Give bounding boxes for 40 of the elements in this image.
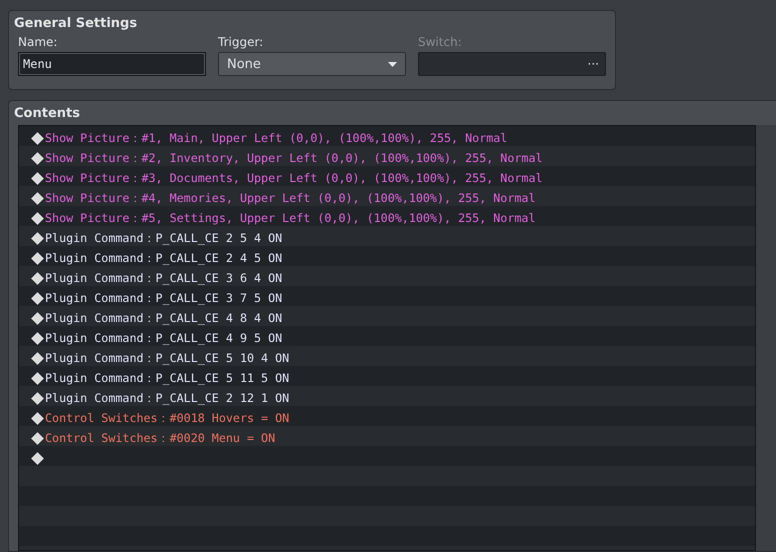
command-text: Control Switches：#0018 Hovers = ON [45, 410, 290, 426]
command-row[interactable]: Show Picture：#1, Main, Upper Left (0,0), (100%,100%), 255, Normal [19, 128, 755, 148]
command-text: Plugin Command：P_CALL_CE 2 12 1 ON [45, 390, 290, 406]
command-row[interactable]: Show Picture：#3, Documents, Upper Left (0,0), (100%,100%), 255, Normal [19, 168, 755, 188]
command-row[interactable]: Plugin Command：P_CALL_CE 3 7 5 ON [19, 288, 755, 308]
trigger-dropdown[interactable]: None [218, 52, 406, 76]
command-row[interactable]: Plugin Command：P_CALL_CE 2 4 5 ON [19, 248, 755, 268]
command-row[interactable]: Plugin Command：P_CALL_CE 5 11 5 ON [19, 368, 755, 388]
command-text: Plugin Command：P_CALL_CE 3 6 4 ON [45, 270, 282, 286]
caret-icon [388, 62, 397, 66]
name-field[interactable]: Menu [18, 52, 206, 76]
field-label: Trigger: [218, 35, 264, 50]
command-text: Plugin Command：P_CALL_CE 4 8 4 ON [45, 310, 282, 326]
command-text: Plugin Command：P_CALL_CE 2 5 4 ON [45, 230, 282, 246]
command-text: Plugin Command：P_CALL_CE 2 4 5 ON [45, 250, 282, 266]
command-row[interactable]: Plugin Command：P_CALL_CE 3 6 4 ON [19, 268, 755, 288]
command-text: Plugin Command：P_CALL_CE 3 7 5 ON [45, 290, 282, 306]
command-row[interactable]: Show Picture：#2, Inventory, Upper Left (0,0), (100%,100%), 255, Normal [19, 148, 755, 168]
command-text: Plugin Command：P_CALL_CE 5 10 4 ON [45, 350, 290, 366]
command-text: Show Picture：#5, Settings, Upper Left (0,0), (100%,100%), 255, Normal [45, 210, 536, 226]
panel-title: Contents [14, 105, 81, 122]
command-text: Control Switches：#0020 Menu = ON [45, 430, 276, 446]
command-row[interactable]: Control Switches：#0018 Hovers = ON [19, 408, 755, 428]
command-row[interactable]: Plugin Command：P_CALL_CE 2 12 1 ON [19, 388, 755, 408]
command-row[interactable]: Plugin Command：P_CALL_CE 4 9 5 ON [19, 328, 755, 348]
command-text: Show Picture：#1, Main, Upper Left (0,0), (100%,100%), 255, Normal [45, 130, 508, 146]
command-row[interactable]: Show Picture：#5, Settings, Upper Left (0,0), (100%,100%), 255, Normal [19, 208, 755, 228]
command-row[interactable]: Plugin Command：P_CALL_CE 5 10 4 ON [19, 348, 755, 368]
command-row[interactable]: Plugin Command：P_CALL_CE 2 5 4 ON [19, 228, 755, 248]
field-label: Name: [18, 35, 58, 50]
panel-title: General Settings [14, 15, 138, 32]
command-text: Plugin Command：P_CALL_CE 4 9 5 ON [45, 330, 282, 346]
command-row[interactable]: Show Picture：#4, Memories, Upper Left (0,0), (100%,100%), 255, Normal [19, 188, 755, 208]
command-text: Show Picture：#3, Documents, Upper Left (0,0), (100%,100%), 255, Normal [45, 170, 543, 186]
command-text: Plugin Command：P_CALL_CE 5 11 5 ON [45, 370, 290, 386]
command-row[interactable]: Control Switches：#0020 Menu = ON [19, 428, 755, 448]
command-text: Show Picture：#2, Inventory, Upper Left (0,0), (100%,100%), 255, Normal [45, 150, 543, 166]
field-label: Switch: [418, 35, 463, 50]
command-row[interactable]: Plugin Command：P_CALL_CE 4 8 4 ON [19, 308, 755, 328]
command-text: Show Picture：#4, Memories, Upper Left (0,0), (100%,100%), 255, Normal [45, 190, 536, 206]
